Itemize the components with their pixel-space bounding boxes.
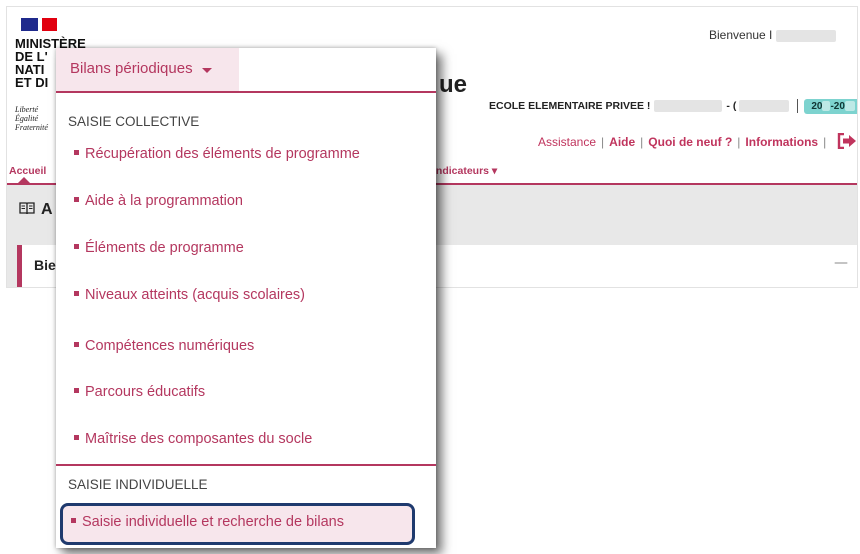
- nav-indicators[interactable]: Indicateurs ▾: [433, 165, 497, 177]
- section-title: A: [19, 201, 53, 219]
- bullet-icon: [74, 197, 79, 202]
- menu-item-parcours-educatifs[interactable]: Parcours éducatifs: [74, 384, 205, 400]
- link-assistance[interactable]: Assistance: [538, 135, 596, 149]
- app-title: ue: [439, 71, 468, 98]
- bilans-periodiques-label: Bilans périodiques: [70, 60, 193, 77]
- bilans-dropdown-menu: Bilans périodiques SAISIE COLLECTIVE Réc…: [56, 48, 436, 548]
- bullet-icon: [71, 518, 76, 523]
- chevron-down-icon: [202, 68, 212, 73]
- menu-item-niveaux-atteints[interactable]: Niveaux atteints (acquis scolaires): [74, 287, 305, 303]
- dropdown-header: Bilans périodiques: [56, 48, 436, 93]
- menu-item-saisie-individuelle[interactable]: Saisie individuelle et recherche de bila…: [60, 503, 415, 545]
- menu-item-elements-programme[interactable]: Éléments de programme: [74, 240, 244, 256]
- bullet-icon: [74, 388, 79, 393]
- bullet-icon: [74, 342, 79, 347]
- menu-item-aide-programmation[interactable]: Aide à la programmation: [74, 193, 243, 209]
- republic-motto: Liberté Égalité Fraternité: [15, 105, 48, 132]
- link-quoi-de-neuf[interactable]: Quoi de neuf ?: [648, 135, 732, 149]
- bullet-icon: [74, 244, 79, 249]
- saisie-individuelle-label: Saisie individuelle et recherche de bila…: [71, 514, 344, 530]
- active-tab-caret: [18, 177, 30, 183]
- bullet-icon: [74, 150, 79, 155]
- school-info: ECOLE ELEMENTAIRE PRIVEE ! - (20 -20: [489, 99, 857, 114]
- exit-icon[interactable]: [837, 133, 857, 149]
- bilans-periodiques-menu-button[interactable]: Bilans périodiques: [56, 48, 239, 91]
- section-saisie-individuelle: SAISIE INDIVIDUELLE: [68, 477, 208, 492]
- bullet-icon: [74, 435, 79, 440]
- bullet-icon: [74, 291, 79, 296]
- menu-item-competences-numeriques[interactable]: Compétences numériques: [74, 338, 254, 354]
- card-title: Bie: [34, 257, 56, 273]
- menu-item-maitrise-socle[interactable]: Maîtrise des composantes du socle: [74, 431, 312, 447]
- nav-home[interactable]: Accueil: [9, 165, 46, 177]
- book-icon: [19, 202, 35, 215]
- marianne-flag-logo: [21, 18, 57, 31]
- link-aide[interactable]: Aide: [609, 135, 635, 149]
- section-saisie-collective: SAISIE COLLECTIVE: [68, 114, 200, 129]
- school-year-badge: 20 -20: [804, 99, 857, 114]
- section-divider: [56, 464, 436, 466]
- top-links: Assistance | Aide | Quoi de neuf ? | Informati…: [538, 133, 857, 149]
- link-informations[interactable]: Informations: [745, 135, 818, 149]
- collapse-button[interactable]: —: [834, 255, 848, 271]
- school-name: ECOLE ELEMENTAIRE PRIVEE !: [489, 100, 651, 112]
- menu-item-recuperation[interactable]: Récupération des éléments de programme: [74, 146, 360, 162]
- welcome-text: Bienvenue I: [709, 28, 837, 42]
